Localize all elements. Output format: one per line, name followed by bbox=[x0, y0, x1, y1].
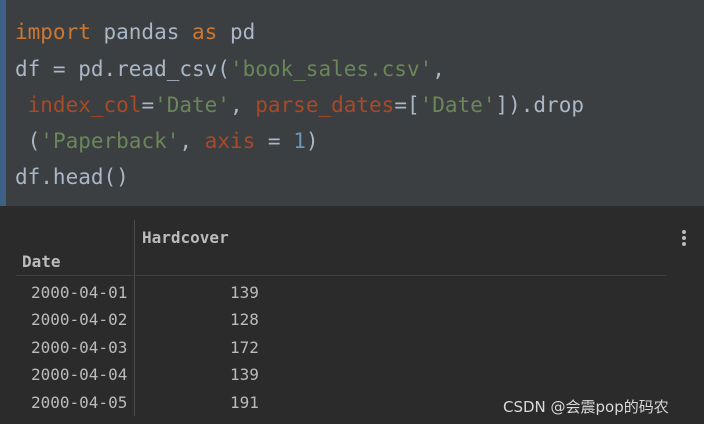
column-header-hardcover[interactable]: Hardcover bbox=[142, 228, 229, 247]
row-index: 2000-04-01 bbox=[31, 283, 128, 302]
table-row: 2000-04-03 172 bbox=[0, 338, 300, 365]
code-text: = bbox=[141, 93, 155, 117]
code-text: , bbox=[229, 93, 256, 117]
code-text: df.head() bbox=[15, 165, 129, 189]
code-keyword: as bbox=[192, 20, 218, 44]
code-keyword: import bbox=[15, 20, 91, 44]
table-row: 2000-04-04 139 bbox=[0, 365, 300, 392]
code-string: 'Paperback' bbox=[40, 129, 180, 153]
code-line-2: df = pd.read_csv('book_sales.csv', bbox=[15, 56, 445, 82]
table-row: 2000-04-01 139 bbox=[0, 283, 300, 310]
code-text: = bbox=[255, 129, 294, 153]
row-value: 191 bbox=[230, 393, 259, 412]
header-divider bbox=[134, 220, 135, 282]
code-line-1: import pandas as pd bbox=[15, 19, 255, 45]
code-number: 1 bbox=[293, 129, 306, 153]
row-index: 2000-04-02 bbox=[31, 310, 128, 329]
code-line-4: ('Paperback', axis = 1) bbox=[15, 128, 319, 154]
row-value: 172 bbox=[230, 338, 259, 357]
code-text: , bbox=[432, 57, 445, 81]
row-index: 2000-04-04 bbox=[31, 365, 128, 384]
header-row-divider bbox=[16, 275, 666, 276]
code-text: ) bbox=[305, 129, 319, 153]
kebab-dot bbox=[682, 230, 686, 234]
code-cell[interactable]: import pandas as pd df = pd.read_csv('bo… bbox=[0, 0, 704, 206]
kebab-dot bbox=[682, 242, 686, 246]
row-value: 128 bbox=[230, 310, 259, 329]
table-row: 2000-04-02 128 bbox=[0, 310, 300, 337]
cell-selection-bar bbox=[0, 0, 6, 206]
code-line-5: df.head() bbox=[15, 164, 129, 190]
code-parameter: index_col bbox=[15, 93, 142, 117]
watermark: CSDN @会震pop的码农 bbox=[503, 398, 669, 416]
code-text: df = pd.read_csv( bbox=[15, 57, 230, 81]
code-text: ]).drop bbox=[495, 93, 584, 117]
kebab-dot bbox=[682, 236, 686, 240]
row-value: 139 bbox=[230, 283, 259, 302]
row-index: 2000-04-03 bbox=[31, 338, 128, 357]
code-text: ( bbox=[15, 129, 41, 153]
cell-output: Hardcover Date 2000-04-01 139 2000-04-02… bbox=[0, 206, 704, 424]
table-row: 2000-04-05 191 bbox=[0, 393, 300, 420]
index-header-date[interactable]: Date bbox=[22, 252, 61, 271]
row-value: 139 bbox=[230, 365, 259, 384]
code-parameter: axis bbox=[204, 129, 256, 153]
code-text: , bbox=[179, 129, 205, 153]
code-parameter: parse_dates bbox=[255, 93, 395, 117]
kebab-menu-icon[interactable] bbox=[682, 230, 686, 246]
code-text: pandas bbox=[90, 20, 193, 44]
row-index: 2000-04-05 bbox=[31, 393, 128, 412]
code-string: 'Date' bbox=[419, 93, 496, 117]
code-line-3: index_col='Date', parse_dates=['Date']).… bbox=[15, 92, 584, 118]
code-string: 'Date' bbox=[154, 93, 230, 117]
code-text: =[ bbox=[394, 93, 420, 117]
code-string: 'book_sales.csv' bbox=[229, 57, 433, 81]
code-text: pd bbox=[217, 20, 256, 44]
